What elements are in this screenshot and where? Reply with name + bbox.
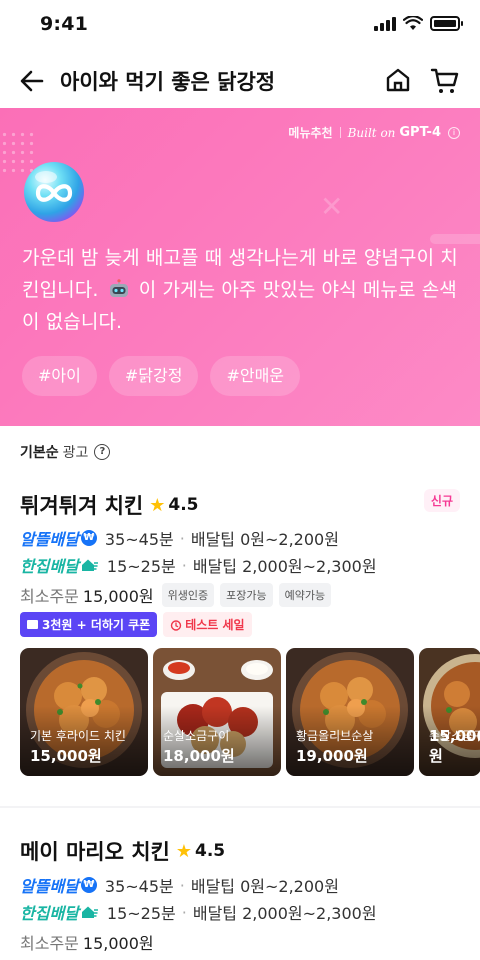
hashtag-chip[interactable]: #안매운 <box>210 356 301 396</box>
separator-dot: · <box>179 875 185 895</box>
status-icons <box>374 16 463 31</box>
status-bar: 9:41 <box>0 0 480 50</box>
star-icon: ★ <box>149 494 166 516</box>
delivery-option-row: 한집배달 15~25분 · 배달팁 2,000원~2,300원 <box>20 553 377 577</box>
info-icon[interactable]: i <box>448 126 460 139</box>
hashtag-list: #아이 #닭강정 #안매운 <box>22 356 301 396</box>
hashtag-chip[interactable]: #닭강정 <box>108 356 199 396</box>
delivery-brand: 알뜰배달 ₩ <box>20 526 97 550</box>
feature-chip: 위생인증 <box>161 583 215 607</box>
battery-icon <box>430 16 463 31</box>
menu-card[interactable]: 기본 후라이드 치킨 15,000원 <box>20 648 148 776</box>
menu-price: 15,000원 <box>429 727 480 765</box>
delivery-time: 15~25분 <box>106 557 176 576</box>
single-delivery-icon <box>81 559 98 571</box>
ai-attribution: 메뉴추천 Built on GPT-4 i <box>288 124 460 141</box>
ad-label: 광고 <box>62 445 89 461</box>
delivery-brand-label: 알뜰배달 <box>20 530 79 549</box>
delivery-brand-label: 알뜰배달 <box>20 877 79 896</box>
feature-chip: 포장가능 <box>220 583 273 607</box>
sort-bar: 기본순 광고 ? <box>20 442 111 462</box>
delivery-option-row: 알뜰배달 ₩ 35~45분 · 배달팁 0원~2,200원 <box>20 873 339 897</box>
delivery-tip: 배달팁 2,000원~2,300원 <box>192 904 377 923</box>
sale-badge: 테스트 세일 <box>163 612 252 637</box>
delivery-tip: 배달팁 2,000원~2,300원 <box>192 557 377 576</box>
min-order-value: 15,000원 <box>82 587 154 606</box>
signal-icon <box>374 16 396 31</box>
ai-recommendation-text: 가운데 밤 늦게 배고플 때 생각나는게 바로 양념구이 치킨입니다. 이 가게… <box>22 242 462 338</box>
hashtag-chip[interactable]: #아이 <box>22 356 97 396</box>
cart-icon[interactable] <box>430 66 460 96</box>
single-delivery-icon <box>81 906 98 918</box>
help-icon[interactable]: ? <box>94 444 111 460</box>
recommend-label: 메뉴추천 <box>288 126 333 140</box>
menu-name: 황금올리브순살 <box>296 729 374 743</box>
restaurant-card[interactable]: 메이 마리오 치킨 ★ 4.5 알뜰배달 ₩ 35~45분 · 배달팁 0원~2… <box>0 836 480 960</box>
page-title: 아이와 먹기 좋은 닭강정 <box>60 70 276 94</box>
feature-chip: 예약가능 <box>278 583 332 607</box>
coupon-badge[interactable]: 3천원 + 더하기 쿠폰 <box>20 612 158 637</box>
sale-label: 테스트 세일 <box>185 618 245 632</box>
alarm-clock-icon <box>171 619 182 631</box>
restaurant-header: 튀겨튀겨 치킨 ★ 4.5 <box>20 490 199 520</box>
delivery-brand: 한집배달 <box>20 553 99 577</box>
menu-carousel[interactable]: 기본 후라이드 치킨 15,000원 순살소금구이 18,000원 황금올리브순… <box>20 648 480 776</box>
rating-value: 4.5 <box>168 495 199 515</box>
restaurant-name: 튀겨튀겨 치킨 <box>20 494 144 518</box>
separator-dot: · <box>181 555 187 575</box>
min-order-row: 최소주문 15,000원 위생인증 포장가능 예약가능 <box>20 583 333 607</box>
economy-delivery-icon: ₩ <box>80 530 97 546</box>
rating-value: 4.5 <box>195 841 226 861</box>
delivery-brand-label: 한집배달 <box>20 904 79 923</box>
ai-orb-icon <box>24 162 84 222</box>
decorative-x: ✕ <box>320 190 344 223</box>
top-app-bar: 아이와 먹기 좋은 닭강정 <box>0 56 480 106</box>
restaurant-header: 메이 마리오 치킨 ★ 4.5 <box>20 836 225 866</box>
economy-delivery-icon: ₩ <box>80 877 97 893</box>
restaurant-card[interactable]: 튀겨튀겨 치킨 ★ 4.5 신규 알뜰배달 ₩ 35~45분 · 배달팁 0원~… <box>0 489 480 790</box>
delivery-brand-label: 한집배달 <box>20 557 79 576</box>
delivery-brand: 한집배달 <box>20 900 99 924</box>
ai-recommendation-banner: ✕ 메뉴추천 Built on GPT-4 i 가운데 밤 늦게 배고플 때 생… <box>0 108 480 426</box>
min-order-row: 최소주문 15,000원 <box>20 930 158 954</box>
min-order-label: 최소주문 <box>20 587 79 606</box>
menu-price: 15,000원 <box>30 747 102 765</box>
delivery-time: 35~45분 <box>104 877 174 896</box>
attribution-divider <box>339 127 341 138</box>
min-order-value: 15,000원 <box>82 934 154 953</box>
menu-price: 19,000원 <box>296 747 368 765</box>
sort-dropdown[interactable]: 기본순 <box>20 442 59 462</box>
delivery-option-row: 알뜰배달 ₩ 35~45분 · 배달팁 0원~2,200원 <box>20 526 339 550</box>
delivery-time: 35~45분 <box>104 530 174 549</box>
back-arrow-icon[interactable] <box>18 67 46 95</box>
menu-price: 18,000원 <box>163 747 235 765</box>
promo-row: 3천원 + 더하기 쿠폰 테스트 세일 <box>20 612 252 637</box>
new-badge: 신규 <box>423 489 460 512</box>
min-order-label: 최소주문 <box>20 934 79 953</box>
star-icon: ★ <box>175 840 193 862</box>
status-time: 9:41 <box>40 13 89 35</box>
coupon-icon <box>27 620 38 629</box>
delivery-brand: 알뜰배달 ₩ <box>20 873 97 897</box>
built-on-label: Built on <box>347 125 396 140</box>
delivery-tip: 배달팁 0원~2,200원 <box>190 877 339 896</box>
robot-icon <box>109 279 128 297</box>
model-label: GPT-4 <box>399 125 441 140</box>
separator-dot: · <box>179 528 185 548</box>
home-icon[interactable] <box>384 66 412 94</box>
menu-card[interactable]: 순살소금구이 18,000원 <box>153 648 281 776</box>
delivery-option-row: 한집배달 15~25분 · 배달팁 2,000원~2,300원 <box>20 900 377 924</box>
section-divider <box>0 806 480 808</box>
separator-dot: · <box>181 902 187 922</box>
menu-name: 순살소금구이 <box>163 729 230 743</box>
delivery-tip: 배달팁 0원~2,200원 <box>190 530 339 549</box>
menu-card[interactable]: 황금올리브순살 19,000원 <box>286 648 414 776</box>
wifi-icon <box>403 16 423 30</box>
delivery-time: 15~25분 <box>106 904 176 923</box>
menu-card[interactable]: 순살소금구이 15,000원 <box>419 648 480 776</box>
menu-name: 기본 후라이드 치킨 <box>30 729 126 743</box>
restaurant-name: 메이 마리오 치킨 <box>20 840 170 864</box>
coupon-label: 3천원 + 더하기 쿠폰 <box>42 618 151 632</box>
